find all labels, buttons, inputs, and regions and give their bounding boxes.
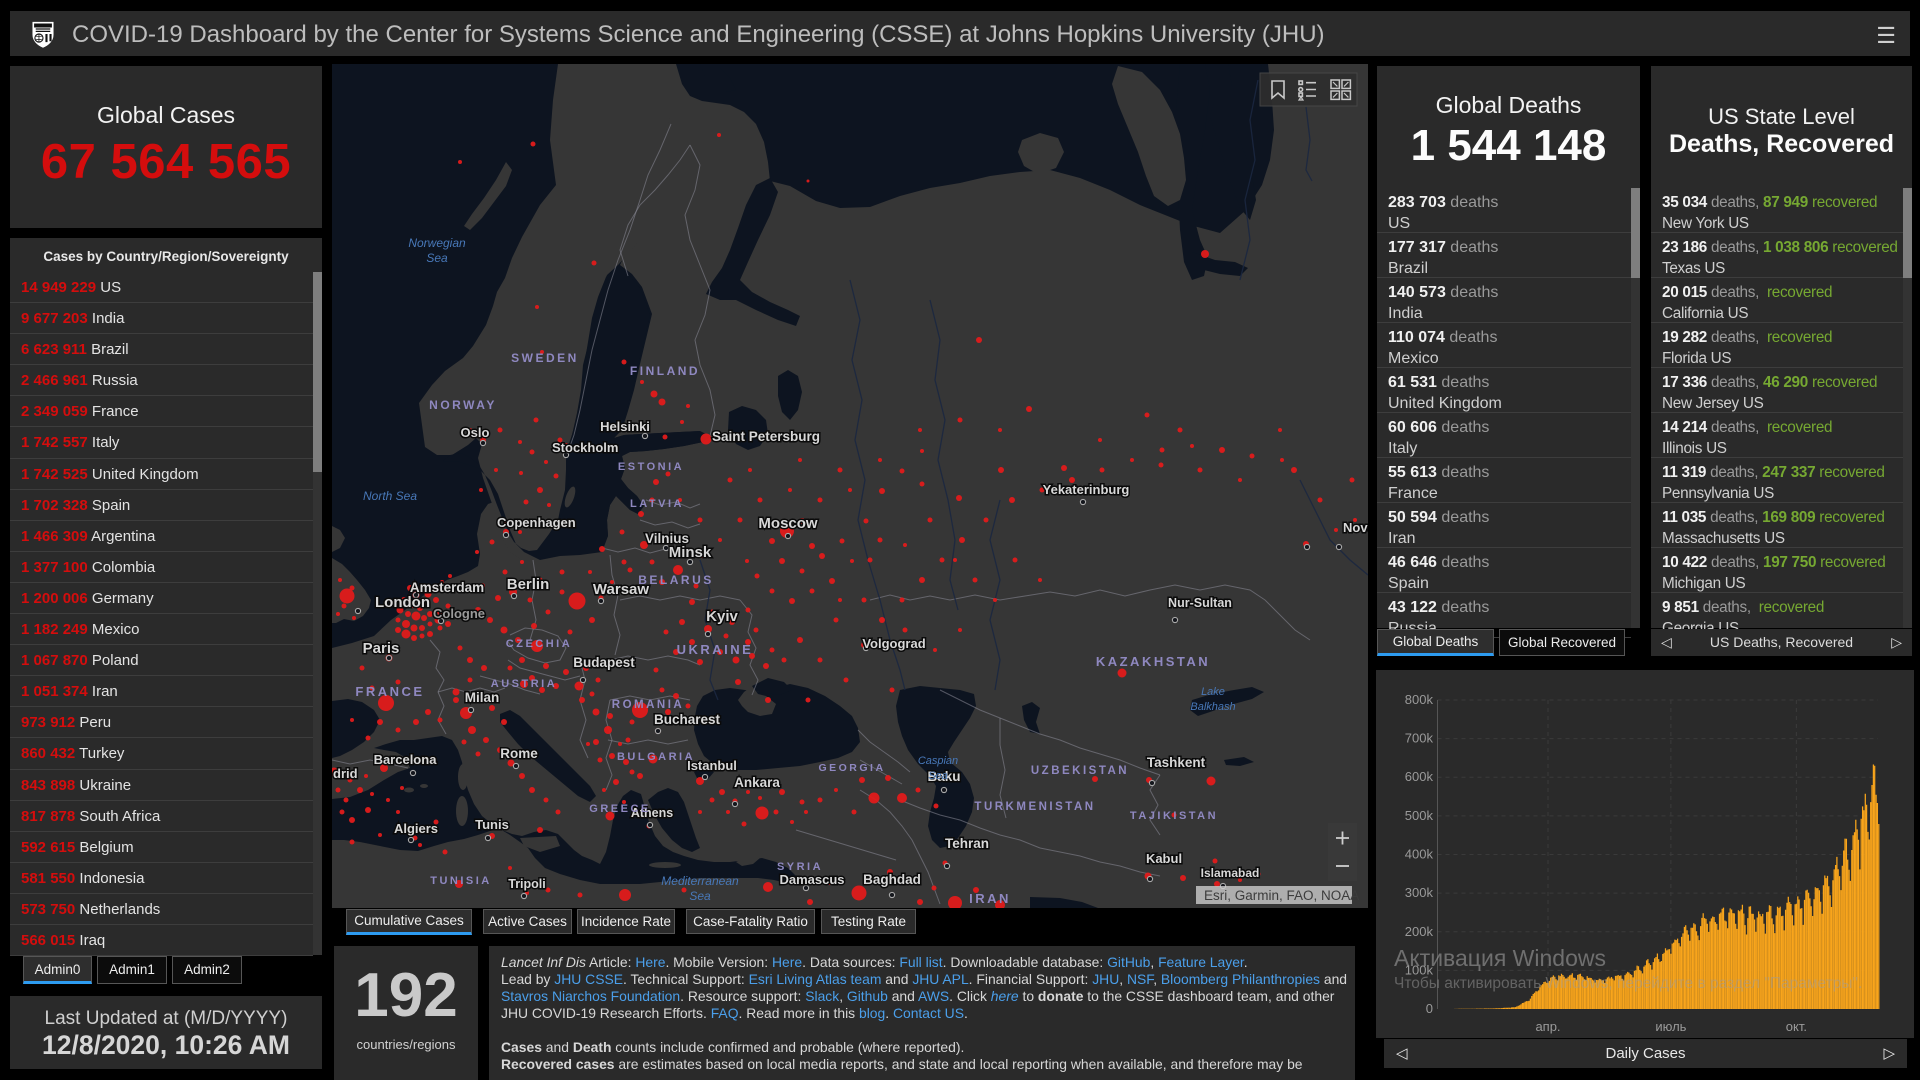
svg-text:GREECE: GREECE <box>589 803 650 815</box>
svg-text:Milan: Milan <box>465 690 500 705</box>
svg-text:Stockholm: Stockholm <box>552 440 618 455</box>
svg-text:SWEDEN: SWEDEN <box>511 351 579 365</box>
svg-text:Budapest: Budapest <box>573 655 635 670</box>
svg-text:Volgograd: Volgograd <box>862 636 925 651</box>
svg-text:Islamabad: Islamabad <box>1201 866 1260 880</box>
svg-text:Norwegian: Norwegian <box>408 236 466 250</box>
svg-text:Rome: Rome <box>500 746 538 761</box>
svg-text:Mediterranean: Mediterranean <box>661 874 739 888</box>
svg-text:KAZAKHSTAN: KAZAKHSTAN <box>1096 654 1210 669</box>
svg-text:TURKMENISTAN: TURKMENISTAN <box>974 801 1095 813</box>
svg-text:Lake: Lake <box>1201 686 1225 698</box>
svg-text:окт.: окт. <box>1786 1019 1807 1034</box>
svg-text:Balkhash: Balkhash <box>1190 701 1235 713</box>
svg-text:200k: 200k <box>1405 924 1434 939</box>
svg-text:Bucharest: Bucharest <box>654 712 721 727</box>
svg-text:LATVIA: LATVIA <box>630 498 684 510</box>
svg-text:апр.: апр. <box>1535 1019 1560 1034</box>
svg-text:UKRAINE: UKRAINE <box>677 642 754 657</box>
svg-text:SYRIA: SYRIA <box>777 861 823 873</box>
svg-text:Yekaterinburg: Yekaterinburg <box>1043 482 1130 497</box>
svg-text:Sea: Sea <box>689 889 711 903</box>
svg-text:Kabul: Kabul <box>1146 851 1182 866</box>
svg-text:TAJIKISTAN: TAJIKISTAN <box>1130 810 1218 822</box>
svg-text:Copenhagen: Copenhagen <box>497 515 576 530</box>
svg-text:Чтобы активировать Windows, пе: Чтобы активировать Windows, перейдите в … <box>1394 975 1862 992</box>
svg-text:Paris: Paris <box>363 640 400 657</box>
svg-text:Esri, Garmin, FAO, NOAA: Esri, Garmin, FAO, NOAA <box>1204 888 1359 903</box>
svg-text:Nur-Sultan: Nur-Sultan <box>1168 596 1232 610</box>
svg-text:UZBEKISTAN: UZBEKISTAN <box>1031 765 1129 777</box>
svg-text:BELARUS: BELARUS <box>638 573 714 587</box>
svg-text:Tehran: Tehran <box>945 836 989 851</box>
svg-text:Tashkent: Tashkent <box>1147 755 1206 770</box>
svg-text:CZECHIA: CZECHIA <box>506 638 572 650</box>
svg-text:Cologne: Cologne <box>433 606 485 621</box>
svg-text:Tripoli: Tripoli <box>508 877 546 891</box>
svg-text:Moscow: Moscow <box>758 515 818 532</box>
svg-text:Sea: Sea <box>928 770 948 782</box>
svg-text:London: London <box>375 594 430 611</box>
svg-text:400k: 400k <box>1405 847 1434 862</box>
svg-text:drid: drid <box>333 766 358 781</box>
svg-text:BULGARIA: BULGARIA <box>617 751 695 763</box>
svg-text:TUNISIA: TUNISIA <box>430 875 492 887</box>
svg-text:Baghdad: Baghdad <box>863 872 921 887</box>
svg-text:Algiers: Algiers <box>394 821 438 836</box>
svg-text:300k: 300k <box>1405 885 1434 900</box>
svg-text:Barcelona: Barcelona <box>374 752 438 767</box>
svg-text:Sea: Sea <box>426 251 448 265</box>
svg-text:Ankara: Ankara <box>734 775 780 790</box>
svg-text:IRAN: IRAN <box>969 891 1011 906</box>
svg-text:Damascus: Damascus <box>779 872 844 887</box>
svg-text:Novosibirsk: Novosibirsk <box>1343 520 1368 535</box>
svg-text:Caspian: Caspian <box>918 755 958 767</box>
svg-text:Tunis: Tunis <box>475 817 509 832</box>
svg-text:North Sea: North Sea <box>363 489 417 503</box>
svg-text:700k: 700k <box>1405 731 1434 746</box>
svg-text:Berlin: Berlin <box>507 576 550 593</box>
svg-text:июль: июль <box>1655 1019 1686 1034</box>
svg-text:Активация Windows: Активация Windows <box>1394 945 1606 971</box>
svg-text:FRANCE: FRANCE <box>355 684 424 699</box>
svg-text:ESTONIA: ESTONIA <box>618 461 684 473</box>
svg-text:NORWAY: NORWAY <box>429 398 497 412</box>
svg-text:600k: 600k <box>1405 769 1434 784</box>
svg-text:500k: 500k <box>1405 808 1434 823</box>
svg-text:Helsinki: Helsinki <box>600 419 650 434</box>
svg-text:Minsk: Minsk <box>669 544 712 561</box>
svg-text:AUSTRIA: AUSTRIA <box>491 678 557 690</box>
svg-text:FINLAND: FINLAND <box>630 364 700 378</box>
svg-text:Amsterdam: Amsterdam <box>410 580 484 595</box>
svg-text:0: 0 <box>1426 1001 1433 1016</box>
svg-text:Saint Petersburg: Saint Petersburg <box>712 429 820 444</box>
svg-text:800k: 800k <box>1405 692 1434 707</box>
svg-text:Oslo: Oslo <box>461 425 490 440</box>
svg-text:Kyiv: Kyiv <box>706 608 738 625</box>
svg-text:GEORGIA: GEORGIA <box>818 762 885 774</box>
svg-text:ROMANIA: ROMANIA <box>612 699 684 711</box>
